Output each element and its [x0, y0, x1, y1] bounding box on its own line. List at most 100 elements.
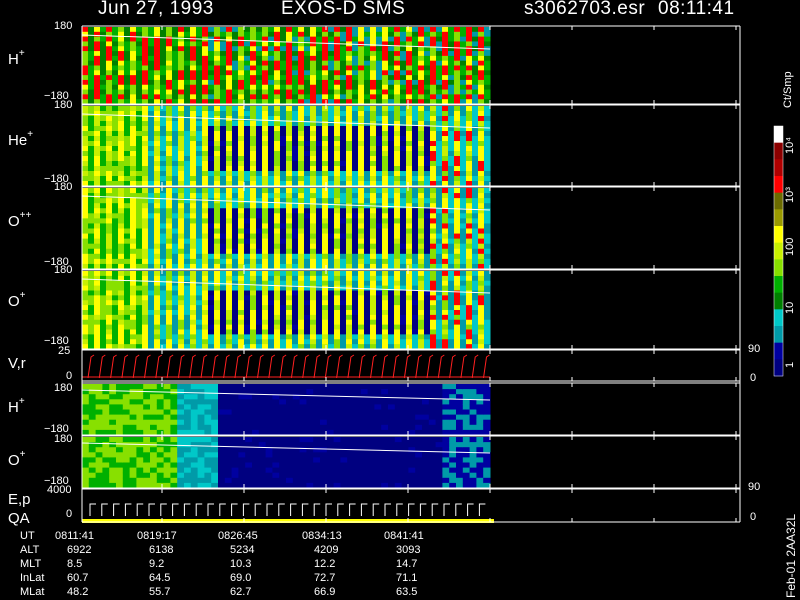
- heatmap-cell: [226, 238, 233, 245]
- heatmap-cell: [304, 275, 311, 282]
- heatmap-cell: [196, 198, 203, 204]
- heatmap-cell: [304, 233, 311, 240]
- heatmap-cell: [412, 176, 419, 182]
- heatmap-cell: [211, 404, 219, 410]
- heatmap-cell: [268, 46, 275, 52]
- heatmap-cell: [418, 188, 425, 194]
- heatmap-cell: [166, 70, 173, 76]
- heatmap-cell: [244, 151, 251, 157]
- heatmap-cell: [190, 228, 197, 235]
- heatmap-cell: [112, 243, 119, 250]
- heatmap-cell: [448, 116, 455, 122]
- heatmap-cell: [94, 324, 101, 330]
- heatmap-cell: [360, 414, 369, 421]
- heatmap-cell: [394, 131, 401, 137]
- heatmap-cell: [304, 55, 311, 62]
- heatmap-cell: [382, 271, 389, 277]
- heatmap-cell: [256, 46, 263, 52]
- heatmap-cell: [202, 166, 209, 172]
- heatmap-cell: [94, 198, 101, 204]
- heatmap-cell: [454, 106, 461, 112]
- heatmap-cell: [310, 324, 317, 330]
- heatmap-cell: [82, 258, 89, 265]
- heatmap-cell: [226, 208, 233, 214]
- heatmap-cell: [370, 106, 377, 112]
- heatmap-cell: [408, 419, 416, 426]
- heatmap-cell: [272, 414, 280, 421]
- heatmap-cell: [166, 334, 173, 340]
- heatmap-cell: [328, 193, 335, 199]
- heatmap-cell: [382, 295, 389, 301]
- heatmap-cell: [478, 136, 485, 142]
- heatmap-cell: [100, 151, 107, 157]
- heatmap-cell: [226, 310, 233, 316]
- heatmap-cell: [472, 121, 479, 127]
- heatmap-cell: [232, 161, 239, 167]
- heatmap-cell: [400, 280, 407, 287]
- heatmap-cell: [472, 218, 479, 224]
- heatmap-cell: [340, 171, 347, 177]
- heatmap-cell: [400, 121, 407, 127]
- heatmap-cell: [340, 136, 347, 142]
- heatmap-cell: [406, 290, 413, 296]
- heatmap-cell: [190, 116, 197, 122]
- heatmap-cell: [382, 243, 389, 250]
- heatmap-cell: [172, 258, 179, 265]
- heatmap-cell: [472, 339, 479, 345]
- heatmap-cell: [346, 89, 353, 95]
- heatmap-cell: [268, 203, 275, 209]
- heatmap-cell: [178, 285, 185, 291]
- heatmap-cell: [456, 399, 464, 405]
- heatmap-cell: [394, 223, 401, 229]
- heatmap-cell: [412, 258, 419, 265]
- heatmap-cell: [166, 31, 173, 38]
- heatmap-cell: [220, 310, 227, 316]
- heatmap-cell: [316, 171, 323, 177]
- heatmap-cell: [106, 94, 113, 100]
- heatmap-cell: [286, 213, 293, 219]
- heatmap-cell: [112, 65, 119, 71]
- heatmap-cell: [424, 106, 431, 112]
- heatmap-cell: [136, 213, 143, 219]
- heatmap-cell: [88, 339, 95, 345]
- heatmap-cell: [328, 285, 335, 291]
- heatmap-cell: [136, 208, 143, 214]
- heatmap-cell: [424, 55, 431, 62]
- heatmap-cell: [424, 126, 431, 132]
- heatmap-cell: [328, 51, 335, 57]
- heatmap-cell: [214, 218, 221, 224]
- heatmap-cell: [268, 258, 275, 265]
- heatmap-cell: [316, 51, 323, 57]
- heatmap-cell: [196, 285, 203, 291]
- heatmap-cell: [448, 171, 455, 177]
- heatmap-cell: [154, 228, 161, 235]
- heatmap-cell: [430, 41, 437, 47]
- heatmap-cell: [136, 399, 144, 405]
- heatmap-cell: [381, 384, 389, 390]
- heatmap-cell: [136, 31, 143, 38]
- heatmap-cell: [376, 329, 383, 335]
- heatmap-cell: [166, 51, 173, 57]
- heatmap-cell: [154, 106, 161, 112]
- heatmap-cell: [184, 136, 191, 142]
- heatmap-cell: [196, 228, 203, 235]
- heatmap-cell: [88, 305, 95, 311]
- heatmap-cell: [460, 131, 467, 137]
- heatmap-cell: [82, 248, 89, 255]
- heatmap-cell: [328, 305, 335, 311]
- heatmap-cell: [333, 414, 341, 421]
- heatmap-cell: [148, 329, 155, 335]
- heatmap-cell: [160, 253, 167, 260]
- heatmap-cell: [406, 75, 413, 81]
- heatmap-cell: [148, 166, 155, 172]
- heatmap-cell: [88, 419, 97, 426]
- heatmap-cell: [388, 414, 396, 421]
- heatmap-cell: [346, 79, 353, 86]
- heatmap-cell: [448, 84, 455, 91]
- heatmap-cell: [232, 151, 239, 157]
- heatmap-cell: [454, 334, 461, 340]
- heatmap-cell: [214, 233, 221, 240]
- heatmap-cell: [483, 419, 491, 426]
- heatmap-cell: [382, 310, 389, 316]
- heatmap-cell: [328, 89, 335, 95]
